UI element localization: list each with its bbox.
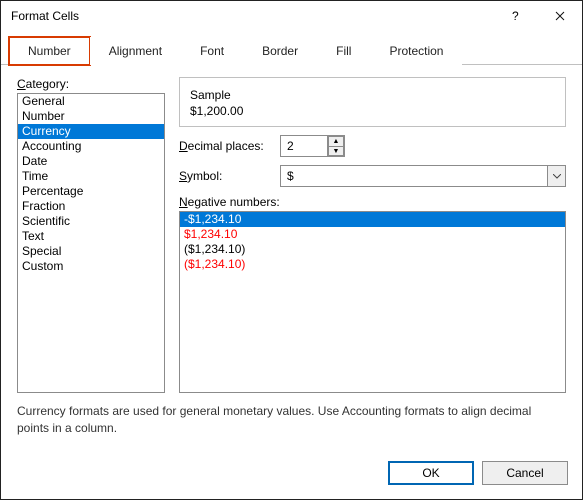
category-item[interactable]: Time <box>18 169 164 184</box>
category-item[interactable]: General <box>18 94 164 109</box>
category-item[interactable]: Custom <box>18 259 164 274</box>
category-item[interactable]: Special <box>18 244 164 259</box>
category-item[interactable]: Accounting <box>18 139 164 154</box>
category-item[interactable]: Date <box>18 154 164 169</box>
decimal-down-button[interactable]: ▼ <box>328 146 344 156</box>
footer: OK Cancel <box>1 451 582 499</box>
negative-item[interactable]: -$1,234.10 <box>180 212 565 227</box>
decimal-input[interactable] <box>281 136 327 156</box>
tab-fill[interactable]: Fill <box>317 37 370 65</box>
negative-listbox[interactable]: -$1,234.10$1,234.10($1,234.10)($1,234.10… <box>179 211 566 393</box>
category-item[interactable]: Fraction <box>18 199 164 214</box>
category-item[interactable]: Currency <box>18 124 164 139</box>
tab-protection[interactable]: Protection <box>370 37 462 65</box>
tab-font[interactable]: Font <box>181 37 243 65</box>
symbol-select[interactable]: $ <box>280 165 566 187</box>
category-item[interactable]: Scientific <box>18 214 164 229</box>
tab-number[interactable]: Number <box>9 37 90 65</box>
help-icon: ? <box>511 11 521 21</box>
symbol-dropdown-button[interactable] <box>547 166 565 186</box>
sample-group: Sample $1,200.00 <box>179 77 566 127</box>
category-listbox[interactable]: GeneralNumberCurrencyAccountingDateTimeP… <box>17 93 165 393</box>
settings-column: Sample $1,200.00 Decimal places: ▲ ▼ Sym… <box>179 77 566 393</box>
symbol-row: Symbol: $ <box>179 165 566 187</box>
cancel-button[interactable]: Cancel <box>482 461 568 485</box>
format-cells-dialog: Format Cells ? NumberAlignmentFontBorder… <box>0 0 583 500</box>
decimal-row: Decimal places: ▲ ▼ <box>179 135 566 157</box>
sample-label: Sample <box>190 88 555 102</box>
negative-label: Negative numbers: <box>179 195 566 209</box>
titlebar: Format Cells ? <box>1 1 582 31</box>
negative-item[interactable]: $1,234.10 <box>180 227 565 242</box>
main-row: Category: GeneralNumberCurrencyAccountin… <box>17 77 566 393</box>
help-button[interactable]: ? <box>494 1 538 31</box>
category-label: Category: <box>17 77 165 91</box>
decimal-spinner[interactable]: ▲ ▼ <box>280 135 345 157</box>
dialog-title: Format Cells <box>11 9 494 23</box>
close-icon <box>555 11 565 21</box>
category-item[interactable]: Number <box>18 109 164 124</box>
decimal-up-button[interactable]: ▲ <box>328 136 344 146</box>
ok-button[interactable]: OK <box>388 461 474 485</box>
sample-value: $1,200.00 <box>190 104 555 118</box>
decimal-label: Decimal places: <box>179 139 274 153</box>
symbol-value: $ <box>281 166 547 186</box>
negative-item[interactable]: ($1,234.10) <box>180 242 565 257</box>
tab-alignment[interactable]: Alignment <box>90 37 181 65</box>
category-item[interactable]: Text <box>18 229 164 244</box>
chevron-down-icon <box>553 174 561 179</box>
negative-item[interactable]: ($1,234.10) <box>180 257 565 272</box>
tab-strip: NumberAlignmentFontBorderFillProtection <box>1 31 582 65</box>
category-column: Category: GeneralNumberCurrencyAccountin… <box>17 77 165 393</box>
content-area: Category: GeneralNumberCurrencyAccountin… <box>1 65 582 451</box>
category-item[interactable]: Percentage <box>18 184 164 199</box>
tab-border[interactable]: Border <box>243 37 317 65</box>
close-button[interactable] <box>538 1 582 31</box>
symbol-label: Symbol: <box>179 169 274 183</box>
format-description: Currency formats are used for general mo… <box>17 393 566 443</box>
svg-text:?: ? <box>512 11 519 21</box>
